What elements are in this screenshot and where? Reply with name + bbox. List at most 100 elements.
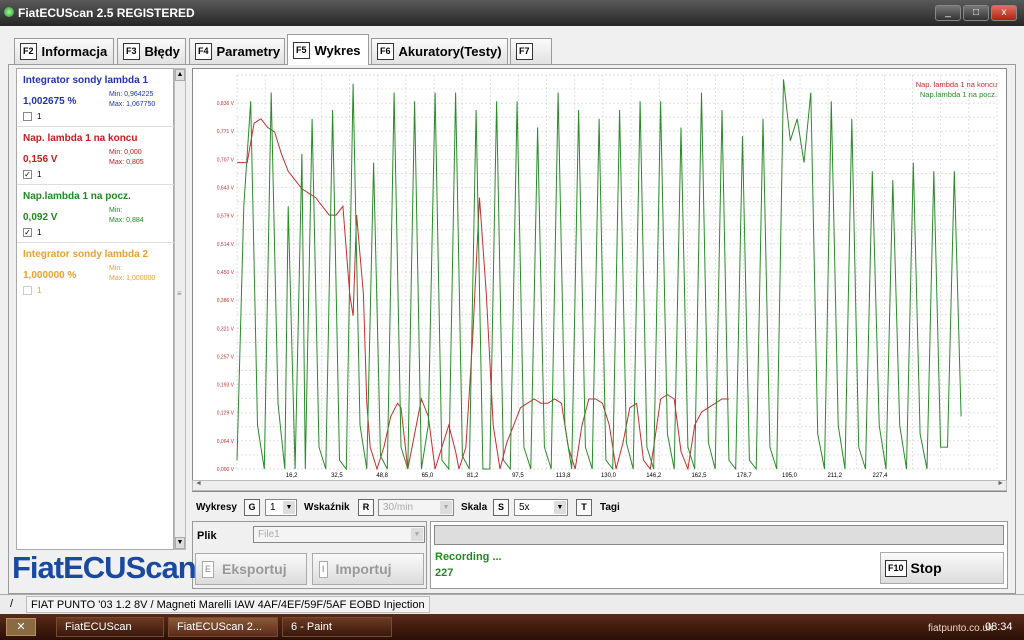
sensor-value: 1,002675 % [23,96,77,107]
x-tick-label: 113,8 [556,473,571,479]
sensor-name: Nap.lambda 1 na pocz. [23,191,131,202]
sensor-chart-number: 1 [37,286,42,295]
restore-button[interactable]: □ [963,5,989,21]
tab-label: Informacja [41,44,108,59]
taskbar-item[interactable]: 6 - Paint [282,617,392,637]
scroll-down-icon[interactable]: ▼ [175,537,185,549]
dropdown-arrow-icon[interactable]: ▼ [554,501,566,514]
sensor-max: Max: 1,067750 [109,101,156,108]
chart-grid [236,74,998,470]
sensor-value: 0,092 V [23,212,58,223]
close-button[interactable]: x [991,5,1017,21]
sensor-item[interactable]: Integrator sondy lambda 1 1,002675 % Min… [17,69,175,127]
tab-strip: F2 Informacja F3 Błędy F4 Parametry F5 Wykre… [0,26,1024,66]
x-tick-label: 211,2 [827,473,842,479]
tab-label: Błędy [144,44,180,59]
y-tick-label: 0,000 V [217,467,235,473]
y-tick-label: 0,836 V [217,101,235,107]
stop-button[interactable]: F10 Stop [880,552,1004,584]
dropdown-arrow-icon[interactable]: ▼ [411,528,423,541]
tab-f7[interactable]: F7 [510,38,552,64]
taskbar: ✕ FiatECUScan FiatECUScan 2... 6 - Paint… [0,614,1024,640]
minimize-button[interactable]: _ [935,5,961,21]
taskbar-item[interactable]: FiatECUScan 2... [168,617,278,637]
sensor-checkbox[interactable]: ✓ [23,228,32,237]
skala-key[interactable]: S [493,499,509,516]
wykresy-select[interactable]: 1 ▼ [265,499,297,516]
taskbar-item[interactable]: FiatECUScan [56,617,164,637]
y-tick-label: 0,257 V [217,354,235,360]
sensor-chart-number: 1 [37,170,42,179]
f3-key: F3 [123,43,140,60]
x-tick-label: 16,2 [286,473,298,479]
x-tick-label: 227,4 [873,473,889,479]
file-value: File1 [258,529,280,540]
x-tick-label: 130,0 [601,473,617,479]
y-tick-label: 0,643 V [217,186,235,192]
vehicle-info: FIAT PUNTO '03 1.2 8V / Magneti Marelli … [26,596,430,613]
window-title: FiatECUScan 2.5 REGISTERED [18,6,195,20]
y-tick-label: 0,193 V [217,383,235,389]
skala-select[interactable]: 5x ▼ [514,499,568,516]
recording-status: Recording ... [435,551,502,563]
sensor-checkbox[interactable] [23,286,32,295]
y-tick-label: 0,129 V [217,411,235,417]
sensor-name: Nap. lambda 1 na koncu [23,133,138,144]
tab-wykres[interactable]: F5 Wykres [287,34,369,65]
export-label: Eksportuj [222,561,287,577]
scroll-up-icon[interactable]: ▲ [175,69,185,81]
f4-key: F4 [195,43,212,60]
sensor-checkbox[interactable]: ✓ [23,170,32,179]
f2-key: F2 [20,43,37,60]
dropdown-arrow-icon[interactable]: ▼ [283,501,295,514]
stop-label: Stop [910,560,942,576]
x-tick-label: 162,5 [691,473,707,479]
sensor-checkbox[interactable] [23,112,32,121]
wykresy-value: 1 [270,502,276,513]
dropdown-arrow-icon[interactable]: ▼ [440,501,452,514]
sensor-item[interactable]: Nap. lambda 1 na koncu 0,156 V Min: 0,00… [17,127,175,185]
file-panel: Plik File1 ▼ E Eksportuj I Importuj [192,521,427,589]
sensor-list-scrollbar[interactable]: ▲ ≡ ▼ [174,68,186,550]
tab-label: Akuratory(Testy) [398,44,502,59]
tab-akuratory[interactable]: F6 Akuratory(Testy) [371,38,508,64]
plik-label: Plik [197,530,217,542]
x-tick-labels: 16,2 32,5 48,8 65,0 81,2 97,5 113,8 130,0 146,2 1… [286,473,888,479]
recording-count: 227 [435,567,454,579]
sensor-min: Min: [109,207,123,214]
x-tick-label: 32,5 [331,473,343,479]
sensor-name: Integrator sondy lambda 1 [23,75,149,86]
tab-bledy[interactable]: F3 Błędy [117,38,186,64]
f7-key: F7 [516,43,533,60]
import-button[interactable]: I Importuj [312,553,424,585]
export-button[interactable]: E Eksportuj [195,553,307,585]
chart-scrollbar[interactable]: ◄ ► [192,480,1007,491]
wskaznik-key[interactable]: R [358,499,374,516]
sensor-item[interactable]: Integrator sondy lambda 2 1,000000 % Min… [17,243,175,301]
tab-informacja[interactable]: F2 Informacja [14,38,114,64]
y-tick-label: 0,579 V [217,214,235,220]
tab-label: Wykres [314,42,361,58]
wykresy-key[interactable]: G [244,499,260,516]
start-icon[interactable]: ✕ [6,618,36,636]
y-tick-label: 0,386 V [217,298,235,304]
file-select[interactable]: File1 ▼ [253,526,425,543]
scroll-grip-icon[interactable]: ≡ [177,289,182,298]
scroll-left-icon[interactable]: ◄ [195,480,202,487]
window-titlebar[interactable]: FiatECUScan 2.5 REGISTERED _ □ x [0,0,1024,26]
x-tick-label: 178,7 [737,473,753,479]
x-tick-label: 65,0 [422,473,434,479]
wykresy-label: Wykresy [196,502,237,513]
chart-legend: Nap. lambda 1 na koncuNap.lambda 1 na po… [916,80,997,99]
scroll-right-icon[interactable]: ► [997,480,1004,487]
f5-key: F5 [293,41,310,59]
tab-parametry[interactable]: F4 Parametry [189,38,285,64]
skala-label: Skala [461,502,488,513]
legend-entry: Nap.lambda 1 na pocz. [920,90,997,99]
status-separator: / [10,598,14,610]
y-tick-label: 0,064 V [217,439,235,445]
wskaznik-select[interactable]: 30/min ▼ [378,499,454,516]
sensor-item[interactable]: Nap.lambda 1 na pocz. 0,092 V Min: Max: … [17,185,175,243]
series-line [236,79,962,471]
tagi-key[interactable]: T [576,499,592,516]
